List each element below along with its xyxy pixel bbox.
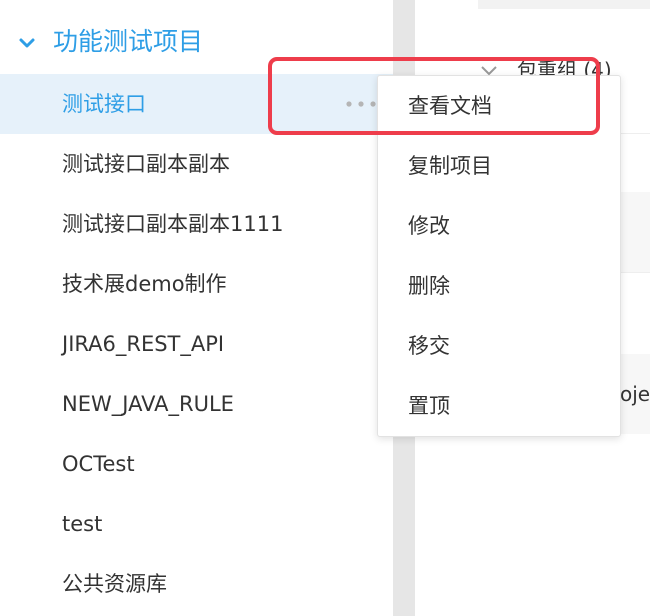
sidebar-item-public-library[interactable]: 公共资源库	[0, 554, 393, 614]
sidebar-item-octest[interactable]: OCTest	[0, 434, 393, 494]
menu-item-delete[interactable]: 删除	[378, 256, 620, 316]
menu-item-label: 查看文档	[408, 94, 492, 118]
group-title: 功能测试项目	[53, 27, 204, 56]
sidebar-item-label: NEW_JAVA_RULE	[62, 392, 234, 416]
chevron-down-icon[interactable]	[18, 34, 36, 52]
sidebar-item-test-api-copy[interactable]: 测试接口副本副本	[0, 134, 393, 194]
sidebar-item-new-java-rule[interactable]: NEW_JAVA_RULE	[0, 374, 393, 434]
menu-item-label: 置顶	[408, 394, 450, 418]
sidebar-item-label: 测试接口副本副本1111	[62, 212, 284, 236]
sidebar-item-test-api-copy-1111[interactable]: 测试接口副本副本1111	[0, 194, 393, 254]
project-group-header[interactable]: 功能测试项目	[0, 12, 393, 72]
sidebar-item-label: 公共资源库	[62, 572, 167, 596]
project-sidebar: 功能测试项目 测试接口 测试接口副本副本 测试接口副本副本1111 技术展dem…	[0, 0, 393, 616]
sidebar-item-jira6-rest-api[interactable]: JIRA6_REST_API	[0, 314, 393, 374]
sidebar-item-tech-demo[interactable]: 技术展demo制作	[0, 254, 393, 314]
sidebar-item-test[interactable]: test	[0, 494, 393, 554]
more-dots-icon[interactable]	[343, 99, 379, 109]
menu-item-label: 修改	[408, 214, 450, 238]
menu-item-copy-project[interactable]: 复制项目	[378, 136, 620, 196]
menu-item-view-docs[interactable]: 查看文档	[378, 76, 620, 136]
project-name-fragment: oje	[620, 382, 650, 406]
sidebar-item-label: OCTest	[62, 452, 135, 476]
menu-item-edit[interactable]: 修改	[378, 196, 620, 256]
menu-item-label: 移交	[408, 334, 450, 358]
sidebar-item-test-api[interactable]: 测试接口	[0, 74, 393, 134]
menu-item-label: 删除	[408, 274, 450, 298]
sidebar-item-label: 测试接口	[62, 92, 146, 116]
sidebar-item-label: 技术展demo制作	[62, 272, 227, 296]
sidebar-item-label: JIRA6_REST_API	[62, 332, 225, 356]
menu-item-transfer[interactable]: 移交	[378, 316, 620, 376]
sidebar-item-label: 测试接口副本副本	[62, 152, 230, 176]
menu-item-pin-top[interactable]: 置顶	[378, 376, 620, 436]
sidebar-item-label: test	[62, 512, 103, 536]
main-top-band	[478, 0, 650, 9]
menu-item-label: 复制项目	[408, 154, 492, 178]
project-context-menu: 查看文档 复制项目 修改 删除 移交 置顶	[377, 75, 621, 437]
